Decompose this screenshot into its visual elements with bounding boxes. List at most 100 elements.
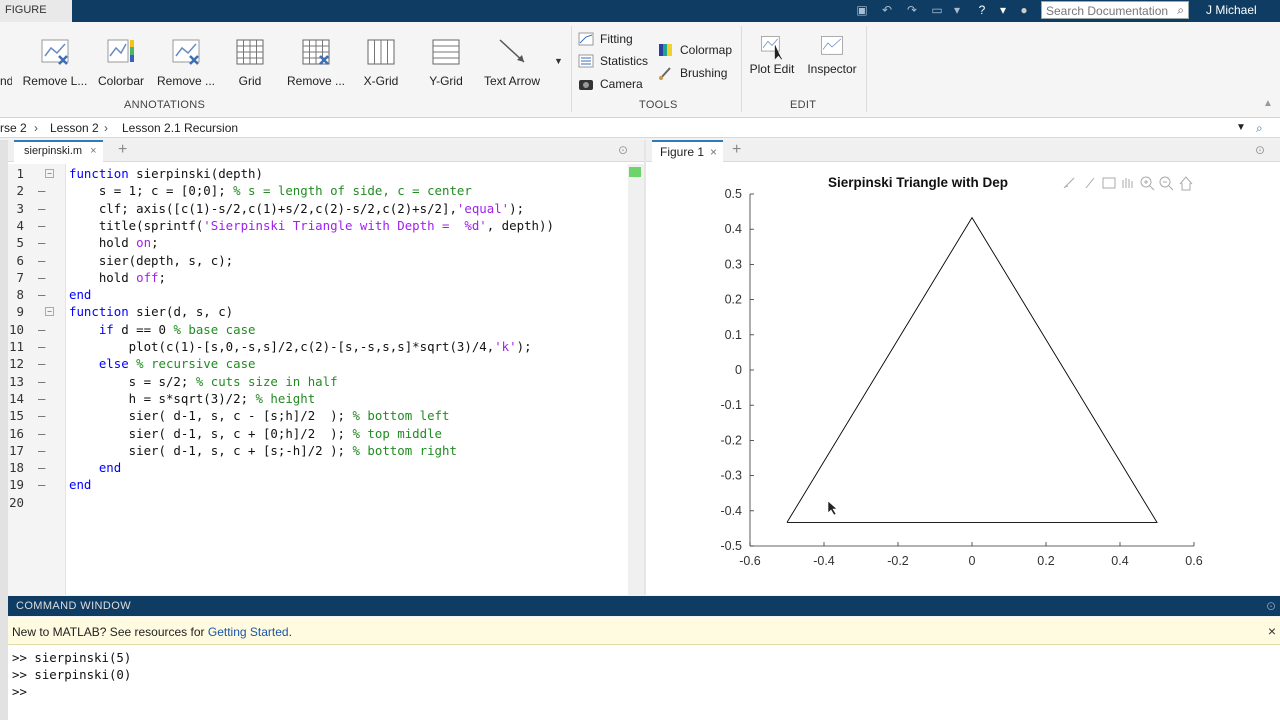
editor-scrollbar[interactable] — [628, 164, 644, 595]
search-icon[interactable]: ⌕ — [1177, 3, 1184, 18]
panel-options-icon[interactable]: ⊙ — [1266, 599, 1276, 613]
breadcrumb-item[interactable]: Lesson 2 — [50, 121, 99, 135]
y-grid-button[interactable]: Y-Grid — [424, 36, 468, 96]
breakpoint-marker[interactable]: – — [38, 269, 45, 286]
code-line[interactable]: 7– hold off; — [8, 269, 628, 286]
breakpoint-marker[interactable]: – — [38, 286, 45, 303]
expand-gallery-icon[interactable]: ▼ — [554, 56, 563, 66]
close-notice-icon[interactable]: × — [1268, 623, 1276, 639]
breakpoint-marker[interactable]: – — [38, 407, 45, 424]
code-line[interactable]: 19– end — [8, 476, 628, 493]
breakpoint-marker[interactable]: – — [38, 252, 45, 269]
remove-colorbar-button[interactable]: Remove ... — [155, 36, 217, 96]
redo-icon[interactable]: ↷ — [905, 3, 919, 17]
address-dropdown-icon[interactable]: ▼ — [1236, 122, 1246, 133]
code-line[interactable]: 3– clf; axis([c(1)-s/2,c(1)+s/2,c(2)-s/2… — [8, 200, 628, 217]
search-input[interactable]: Search Documentation ⌕ — [1041, 1, 1189, 19]
command-prompt[interactable]: >> — [12, 684, 34, 699]
address-search-icon[interactable]: ⌕ — [1256, 121, 1263, 136]
fold-icon[interactable]: − — [45, 169, 54, 178]
plot-area[interactable]: Sierpinski Triangle with Dep 0.50.40.30.… — [646, 162, 1280, 595]
breadcrumb-item[interactable]: rse 2 — [0, 121, 27, 135]
user-name[interactable]: J Michael — [1206, 3, 1257, 17]
getting-started-link[interactable]: Getting Started — [208, 625, 289, 639]
code-line[interactable]: 2– s = 1; c = [0;0]; % s = length of sid… — [8, 182, 628, 199]
breakpoint-marker[interactable]: – — [38, 459, 45, 476]
code-line[interactable]: 6– sier(depth, s, c); — [8, 252, 628, 269]
zoom-out-icon[interactable] — [1159, 176, 1174, 191]
figure-options-icon[interactable]: ⊙ — [1255, 143, 1265, 157]
home-restore-icon[interactable] — [1179, 176, 1193, 191]
code-line[interactable]: 8– end — [8, 286, 628, 303]
zoom-in-icon[interactable] — [1140, 176, 1155, 191]
code-line[interactable]: 17– sier( d-1, s, c + [s;-h]/2 ); % bott… — [8, 442, 628, 459]
inspector-icon — [821, 36, 843, 55]
x-grid-button[interactable]: X-Grid — [358, 36, 404, 96]
code-line[interactable]: 1 − function sierpinski(depth) — [8, 165, 628, 182]
fold-icon[interactable]: − — [45, 307, 54, 317]
remove-grid-button[interactable]: Remove ... — [284, 36, 348, 96]
code-line[interactable]: 10– if d == 0 % base case — [8, 321, 628, 338]
breakpoint-marker[interactable]: – — [38, 390, 45, 407]
undo-icon[interactable]: ↶ — [880, 3, 894, 17]
save-icon[interactable]: ▣ — [855, 3, 869, 17]
breadcrumb-item[interactable]: Lesson 2.1 Recursion — [122, 121, 238, 135]
breakpoint-marker[interactable]: – — [38, 182, 45, 199]
notification-icon[interactable]: ● — [1017, 3, 1031, 17]
colormap-icon — [659, 44, 672, 56]
code-line[interactable]: 9 − function sier(d, s, c) — [8, 303, 628, 320]
brushing-button[interactable]: Brushing — [658, 64, 727, 82]
line-number: 10 — [9, 321, 24, 337]
legend-button[interactable]: nd — [0, 36, 12, 96]
add-figure-icon[interactable]: + — [732, 141, 741, 159]
fitting-button[interactable]: Fitting — [578, 30, 633, 48]
help-dropdown-icon[interactable]: ▾ — [996, 3, 1010, 17]
camera-button[interactable]: Camera — [578, 75, 643, 93]
code-line[interactable]: 18– end — [8, 459, 628, 476]
code-line[interactable]: 16– sier( d-1, s, c + [0;h]/2 ); % top m… — [8, 425, 628, 442]
code-line[interactable]: 15– sier( d-1, s, c - [s;h]/2 ); % botto… — [8, 407, 628, 424]
breakpoint-marker[interactable]: – — [38, 200, 45, 217]
code-line[interactable]: 4– title(sprintf('Sierpinski Triangle wi… — [8, 217, 628, 234]
figure-tab[interactable]: Figure 1 × — [652, 140, 724, 162]
code-line[interactable]: 11– plot(c(1)-[s,0,-s,s]/2,c(2)-[s,-s,s,… — [8, 338, 628, 355]
colormap-button[interactable]: Colormap — [658, 41, 732, 59]
switch-windows-icon[interactable]: ▭ — [930, 3, 944, 17]
colorbar-button[interactable]: Colorbar — [94, 36, 148, 96]
breakpoint-marker[interactable]: – — [38, 321, 45, 338]
editor-tab-sierpinski[interactable]: sierpinski.m × — [14, 140, 103, 162]
dropdown-icon[interactable]: ▾ — [950, 3, 964, 17]
breakpoint-marker[interactable]: – — [38, 217, 45, 234]
breakpoint-marker[interactable]: – — [38, 425, 45, 442]
code-line[interactable]: 13– s = s/2; % cuts size in half — [8, 373, 628, 390]
help-icon[interactable]: ? — [975, 3, 989, 17]
code-line[interactable]: 5– hold on; — [8, 234, 628, 251]
close-tab-icon[interactable]: × — [710, 145, 717, 159]
code-line[interactable]: 12– else % recursive case — [8, 355, 628, 372]
data-tips-icon[interactable] — [1102, 177, 1116, 189]
breakpoint-marker[interactable]: – — [38, 476, 45, 493]
brush-tool-icon[interactable] — [1063, 177, 1075, 189]
edit-pen-icon[interactable] — [1085, 177, 1095, 189]
add-tab-icon[interactable]: + — [118, 141, 127, 159]
code-line[interactable]: 20 — [8, 494, 628, 511]
tab-figure[interactable]: FIGURE — [0, 0, 72, 22]
editor-options-icon[interactable]: ⊙ — [618, 143, 628, 157]
breakpoint-marker[interactable]: – — [38, 338, 45, 355]
remove-legend-button[interactable]: Remove L... — [22, 36, 88, 96]
collapse-toolstrip-icon[interactable]: ▲ — [1263, 98, 1273, 109]
grid-button[interactable]: Grid — [228, 36, 272, 96]
close-tab-icon[interactable]: × — [90, 145, 96, 157]
plot-edit-button[interactable]: Plot Edit — [748, 34, 796, 94]
code-analyzer-status — [629, 167, 641, 177]
breakpoint-marker[interactable]: – — [38, 355, 45, 372]
text-arrow-button[interactable]: Text Arrow — [480, 36, 544, 96]
command-window[interactable]: >> sierpinski(5) >> sierpinski(0) >> — [8, 645, 1280, 720]
inspector-button[interactable]: Inspector — [806, 34, 858, 94]
breakpoint-marker[interactable]: – — [38, 234, 45, 251]
statistics-button[interactable]: Statistics — [578, 52, 648, 70]
pan-hand-icon[interactable] — [1122, 178, 1133, 188]
breakpoint-marker[interactable]: – — [38, 442, 45, 459]
breakpoint-marker[interactable]: – — [38, 373, 45, 390]
code-line[interactable]: 14– h = s*sqrt(3)/2; % height — [8, 390, 628, 407]
